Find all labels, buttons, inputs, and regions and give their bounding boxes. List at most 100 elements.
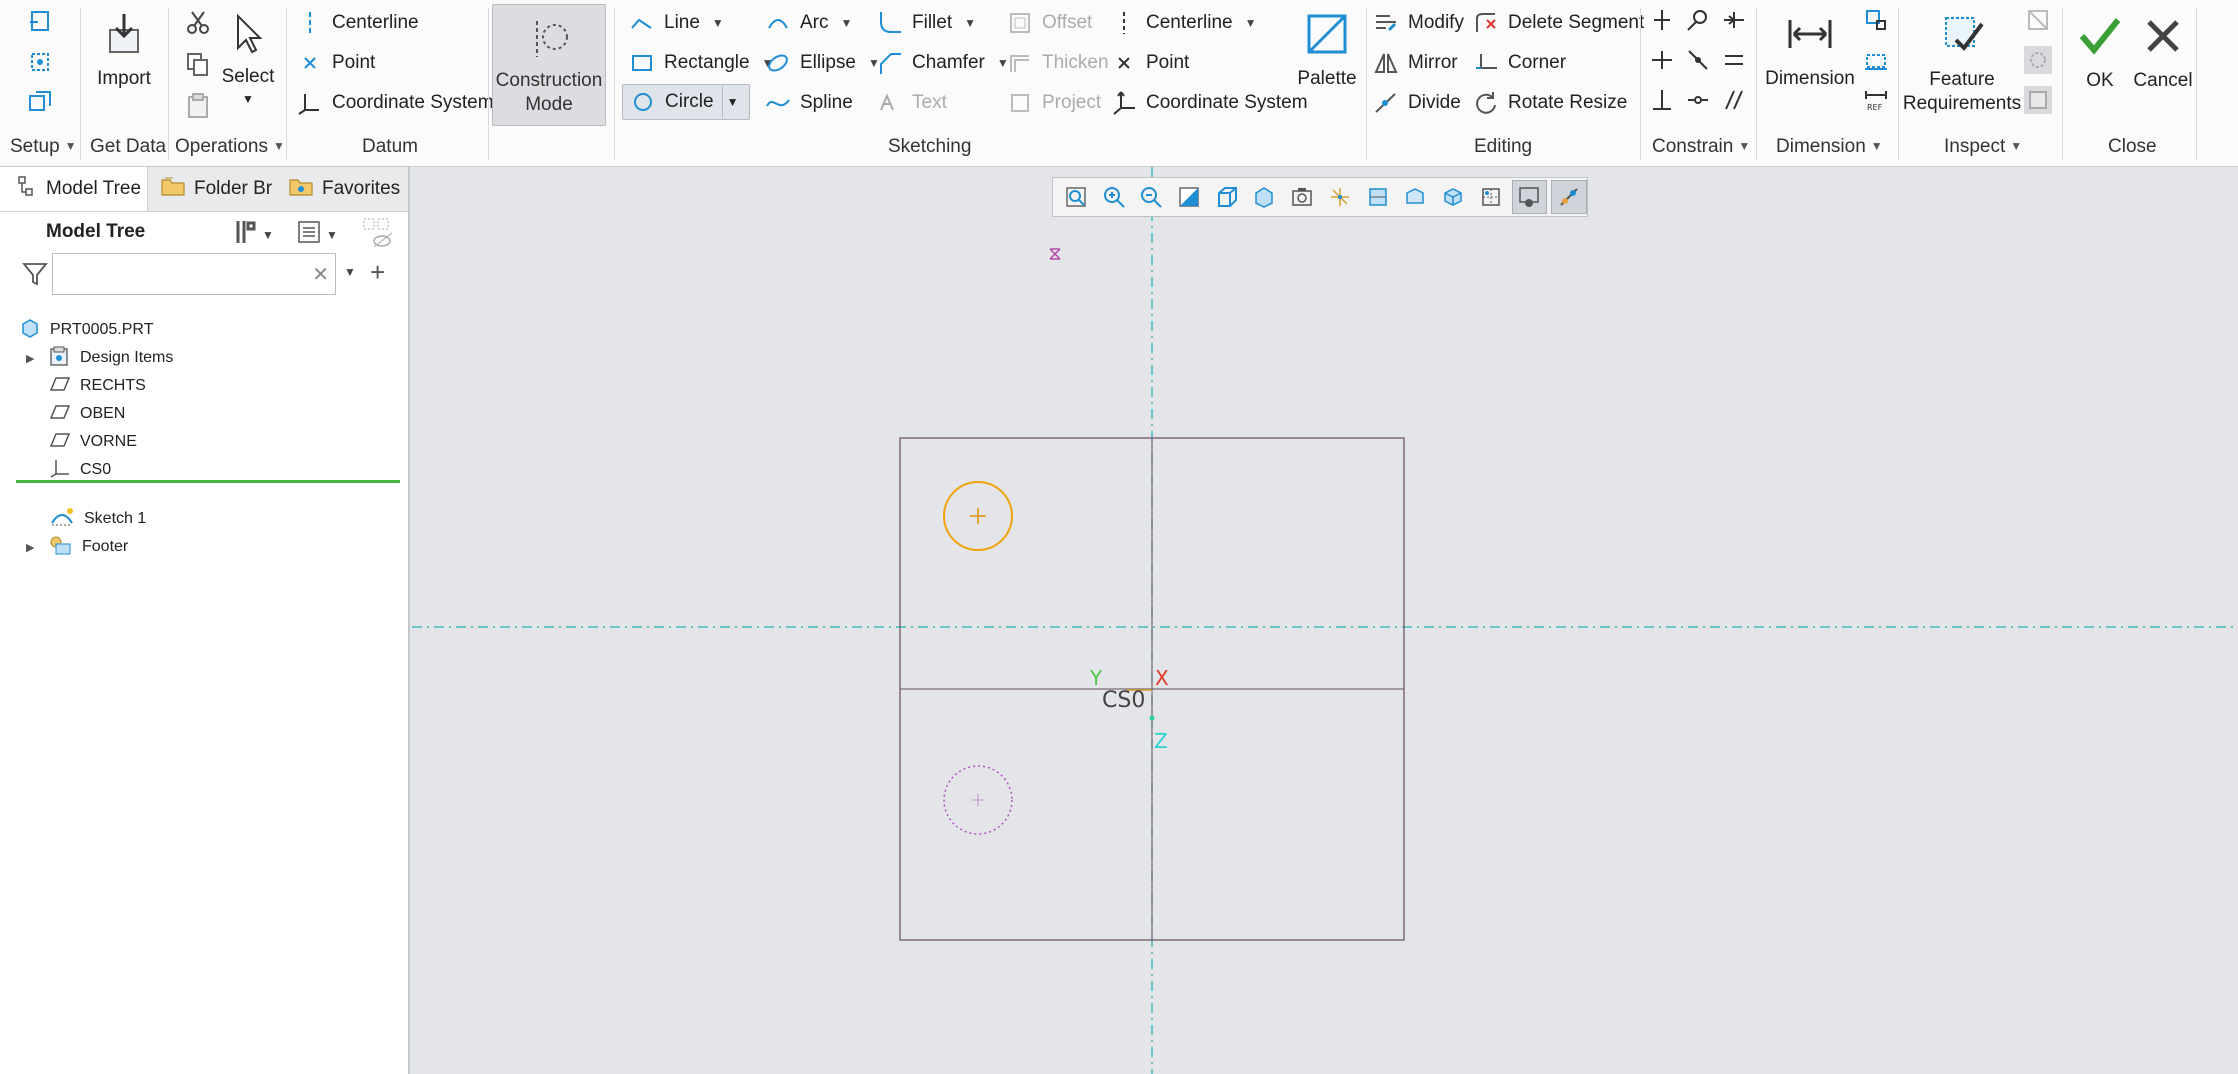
thicken-button[interactable]: Thicken [1006, 46, 1109, 80]
select-button[interactable]: Select ▼ [220, 10, 276, 106]
project-button[interactable]: Project [1006, 86, 1101, 120]
group-operations[interactable]: Operations ▼ [175, 136, 285, 158]
baseline-icon[interactable] [1862, 46, 1890, 74]
datum-point-button[interactable]: Point [296, 46, 375, 80]
orient-icon[interactable] [1436, 181, 1470, 213]
delete-segment-button[interactable]: Delete Segment [1472, 6, 1644, 40]
select-dropdown-caret[interactable]: ▼ [242, 92, 254, 106]
shade-closed-loops-icon[interactable] [2024, 86, 2052, 114]
spin-center-icon[interactable] [1361, 181, 1395, 213]
symmetric-constraint-icon[interactable] [1684, 86, 1712, 114]
tree-search-input[interactable] [59, 254, 303, 294]
add-filter-icon[interactable]: + [370, 257, 385, 288]
mirror-button[interactable]: Mirror [1372, 46, 1458, 80]
show-constraints-icon[interactable] [1551, 180, 1588, 214]
vertical-constraint-icon[interactable] [1648, 6, 1676, 34]
display-style-icon[interactable] [1210, 181, 1244, 213]
zoom-out-icon[interactable] [1134, 181, 1168, 213]
datum-display-filters-icon[interactable] [1323, 181, 1357, 213]
coincident-constraint-icon[interactable] [1684, 46, 1712, 74]
tree-item-rechts[interactable]: RECHTS [49, 372, 146, 400]
zoom-in-icon[interactable] [1097, 181, 1131, 213]
palette-button[interactable]: Palette [1296, 8, 1358, 90]
setup-icon-3[interactable] [26, 88, 56, 121]
group-setup[interactable]: Setup ▼ [10, 136, 77, 158]
tree-show-button[interactable]: ▼ [296, 219, 338, 250]
refit-icon[interactable] [1059, 181, 1093, 213]
ellipse-button[interactable]: Ellipse ▼ [764, 46, 880, 80]
highlight-open-ends-icon[interactable] [2024, 46, 2052, 74]
csys-name-label[interactable]: CS0 [1102, 688, 1145, 713]
midpoint-constraint-icon[interactable] [1720, 6, 1748, 34]
divide-button[interactable]: Divide [1372, 86, 1461, 120]
tab-folder-browser[interactable]: Folder Br [160, 167, 274, 211]
mirror-icon [1372, 49, 1400, 77]
view-manager-icon[interactable] [1285, 181, 1319, 213]
circle-button[interactable]: Circle ▼ [622, 84, 750, 120]
parallel-constraint-icon[interactable] [1720, 86, 1748, 114]
search-dropdown-caret[interactable]: ▼ [344, 265, 356, 279]
tree-filter-visibility-icon[interactable] [362, 217, 394, 254]
group-dimension[interactable]: Dimension ▼ [1776, 136, 1883, 158]
graphics-canvas[interactable] [410, 167, 2238, 1074]
annotation-display-icon[interactable] [1398, 181, 1432, 213]
equal-constraint-icon[interactable] [1720, 46, 1748, 74]
text-button[interactable]: Text [876, 86, 947, 120]
tree-search-field[interactable]: ✕ [52, 253, 336, 295]
corner-button[interactable]: Corner [1472, 46, 1566, 80]
sketch-centerline-button[interactable]: Centerline ▼ [1110, 6, 1257, 40]
offset-button[interactable]: Offset [1006, 6, 1092, 40]
arc-button[interactable]: Arc ▼ [764, 6, 852, 40]
circle-dropdown-arrow[interactable]: ▼ [721, 86, 743, 118]
datum-centerline-button[interactable]: Centerline [296, 6, 419, 40]
modify-button[interactable]: Modify [1372, 6, 1464, 40]
reference-dimension-icon[interactable]: REF [1862, 86, 1890, 114]
spline-button[interactable]: Spline [764, 86, 853, 120]
dimension-button[interactable]: Dimension [1764, 8, 1856, 90]
tree-item-design-items[interactable]: ▶ Design Items [26, 344, 173, 372]
repaint-icon[interactable] [1172, 181, 1206, 213]
insert-here-indicator[interactable] [16, 480, 400, 483]
ribbon: Setup ▼ Import Get Data Select ▼ Operatio… [0, 0, 2238, 167]
cancel-button[interactable]: Cancel [2130, 10, 2196, 92]
expand-arrow-icon[interactable]: ▶ [26, 352, 38, 365]
fillet-button[interactable]: Fillet ▼ [876, 6, 976, 40]
expand-arrow-icon[interactable]: ▶ [26, 541, 38, 554]
tangent-constraint-icon[interactable] [1684, 6, 1712, 34]
datum-coordinate-system-button[interactable]: Coordinate System [296, 86, 494, 120]
construction-mode-button[interactable]: Construction Mode [492, 4, 606, 126]
feature-requirements-button[interactable]: Feature Requirements [1903, 8, 2021, 116]
dimension-reference-icon[interactable] [1862, 6, 1890, 34]
setup-icon-2[interactable] [26, 48, 56, 81]
setup-icon-1[interactable] [26, 8, 56, 41]
perpendicular-constraint-icon[interactable] [1648, 86, 1676, 114]
tree-item-footer[interactable]: ▶ Footer [26, 533, 128, 561]
import-button[interactable]: Import [92, 8, 156, 90]
tab-favorites[interactable]: Favorites [288, 167, 408, 211]
paste-icon[interactable] [184, 92, 212, 125]
line-button[interactable]: Line ▼ [628, 6, 724, 40]
rectangle-button[interactable]: Rectangle ▼ [628, 46, 773, 80]
overlapping-geometry-icon[interactable] [2024, 6, 2052, 34]
tree-item-oben[interactable]: OBEN [49, 400, 125, 428]
filter-funnel-icon[interactable] [22, 261, 48, 292]
copy-icon[interactable] [184, 50, 212, 83]
group-constrain[interactable]: Constrain ▼ [1652, 136, 1750, 158]
sketch-coordinate-system-button[interactable]: Coordinate System [1110, 86, 1308, 120]
chamfer-button[interactable]: Chamfer ▼ [876, 46, 1009, 80]
cut-icon[interactable] [184, 8, 212, 41]
sketch-point-button[interactable]: Point [1110, 46, 1189, 80]
tree-item-vorne[interactable]: VORNE [49, 428, 137, 456]
clear-search-icon[interactable]: ✕ [312, 262, 329, 287]
sketcher-display-filters-icon[interactable] [1511, 180, 1548, 214]
saved-orientations-icon[interactable] [1248, 181, 1282, 213]
group-inspect[interactable]: Inspect ▼ [1944, 136, 2022, 158]
ok-button[interactable]: OK [2070, 10, 2130, 92]
sketch-view-icon[interactable] [1474, 181, 1508, 213]
tree-item-part[interactable]: PRT0005.PRT [20, 316, 153, 344]
tab-model-tree[interactable]: Model Tree [0, 167, 148, 211]
horizontal-constraint-icon[interactable] [1648, 46, 1676, 74]
rotate-resize-button[interactable]: Rotate Resize [1472, 86, 1627, 120]
tree-settings-button[interactable]: ▼ [232, 217, 274, 252]
tree-item-sketch-1[interactable]: Sketch 1 [50, 505, 146, 533]
